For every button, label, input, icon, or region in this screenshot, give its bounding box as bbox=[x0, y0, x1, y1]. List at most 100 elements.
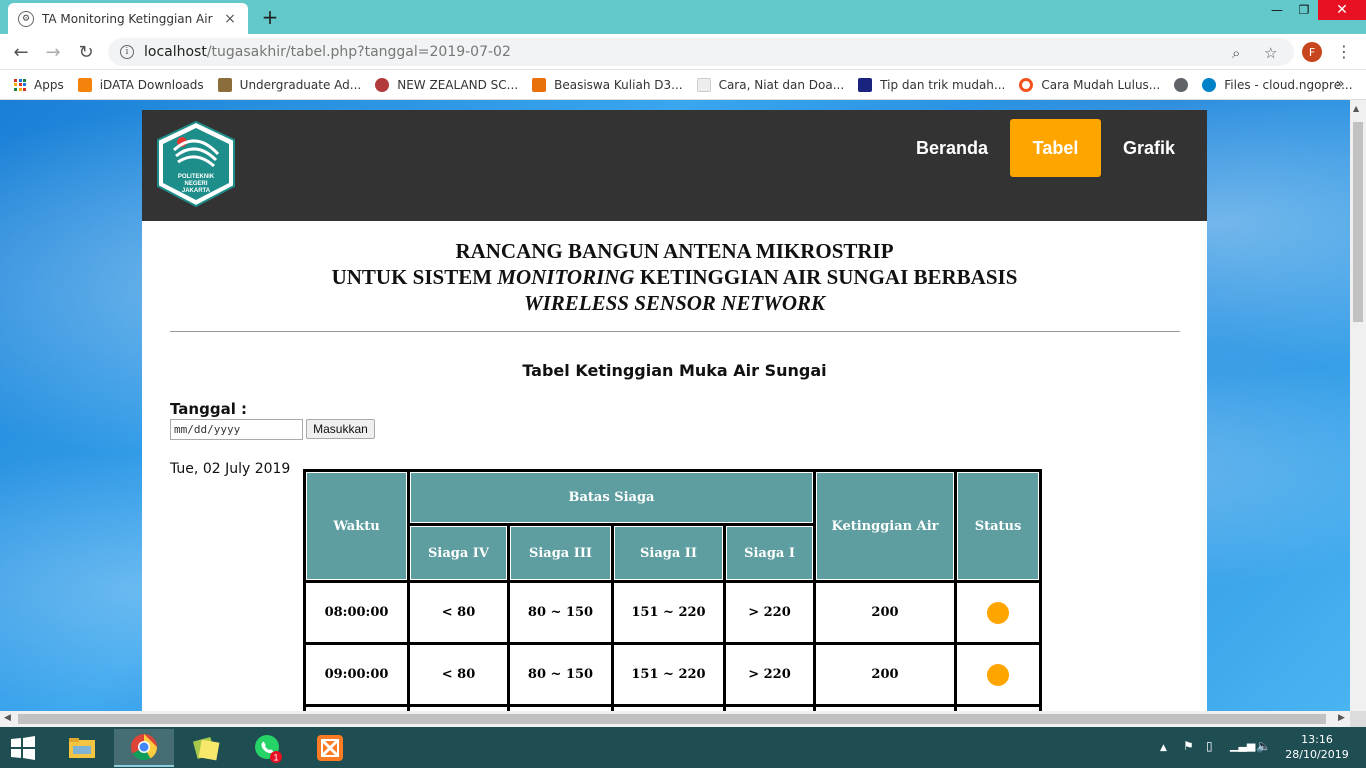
window-minimize-button[interactable]: — bbox=[1262, 0, 1292, 20]
title-line-3: WIRELESS SENSOR NETWORK bbox=[523, 291, 826, 315]
windows-start-icon[interactable] bbox=[8, 735, 38, 761]
date-input[interactable]: mm/dd/yyyy bbox=[170, 419, 303, 440]
cell-siaga-i: > 220 bbox=[726, 645, 813, 704]
bookmarks-bar: Apps iDATA Downloads Undergraduate Ad...… bbox=[0, 70, 1366, 100]
window-close-button[interactable]: ✕ bbox=[1318, 0, 1366, 20]
new-tab-button[interactable]: + bbox=[258, 5, 282, 29]
whatsapp-badge: 1 bbox=[273, 753, 278, 763]
site-header: POLITEKNIK NEGERI JAKARTA Beranda Tabel … bbox=[142, 110, 1207, 221]
address-bar[interactable]: i localhost/tugasakhir/tabel.php?tanggal… bbox=[108, 38, 1294, 66]
url-host: localhost bbox=[144, 44, 207, 60]
system-clock[interactable]: 13:16 28/10/2019 bbox=[1282, 732, 1352, 762]
cell-siaga-iii: 80 ~ 150 bbox=[510, 583, 611, 642]
back-button[interactable]: ← bbox=[10, 41, 32, 63]
action-center-flag-icon[interactable]: ⚑ bbox=[1183, 739, 1194, 753]
bookmark-files-cloud[interactable]: Files - cloud.ngopre... bbox=[1202, 77, 1353, 92]
sticky-notes-icon bbox=[192, 736, 220, 761]
header-ketinggian: Ketinggian Air bbox=[816, 472, 954, 580]
header-siaga-iv: Siaga IV bbox=[410, 526, 507, 580]
crest-icon bbox=[375, 77, 390, 92]
vertical-scrollbar[interactable]: ▲ bbox=[1350, 100, 1366, 711]
whatsapp-icon: 1 bbox=[255, 735, 282, 763]
cell-siaga-iii: 80 ~ 150 bbox=[510, 645, 611, 704]
scroll-up-icon[interactable]: ▲ bbox=[1353, 104, 1359, 113]
table-section-title: Tabel Ketinggian Muka Air Sungai bbox=[522, 361, 827, 380]
header-siaga-iii: Siaga III bbox=[510, 526, 611, 580]
bookmark-apps[interactable]: Apps bbox=[14, 78, 64, 92]
taskbar-whatsapp[interactable]: 1 bbox=[238, 729, 298, 767]
page-icon bbox=[696, 77, 711, 92]
page-title: RANCANG BANGUN ANTENA MIKROSTRIP UNTUK S… bbox=[142, 238, 1207, 316]
bookmark-globe[interactable] bbox=[1174, 77, 1189, 92]
apps-grid-icon bbox=[14, 78, 26, 91]
taskbar-file-explorer[interactable] bbox=[52, 729, 112, 767]
idata-icon bbox=[77, 77, 92, 92]
logo-text-1: POLITEKNIK bbox=[178, 174, 215, 180]
header-siaga-ii: Siaga II bbox=[614, 526, 723, 580]
bookmark-cara-mudah[interactable]: Cara Mudah Lulus... bbox=[1019, 77, 1160, 92]
table-row: 08:00:00 < 80 80 ~ 150 151 ~ 220 > 220 2… bbox=[306, 583, 1039, 642]
tab-close-icon[interactable]: × bbox=[222, 11, 238, 27]
globe-icon bbox=[1174, 77, 1189, 92]
cell-waktu: 08:00:00 bbox=[306, 583, 407, 642]
pnj-logo: POLITEKNIK NEGERI JAKARTA bbox=[157, 120, 235, 208]
logo-text-2: NEGERI bbox=[184, 181, 207, 187]
bookmark-label: Apps bbox=[34, 77, 64, 92]
scroll-left-icon[interactable]: ◀ bbox=[4, 713, 11, 723]
volume-icon[interactable]: 🔈 bbox=[1256, 739, 1271, 753]
university-icon bbox=[217, 77, 232, 92]
page-viewport: POLITEKNIK NEGERI JAKARTA Beranda Tabel … bbox=[0, 100, 1350, 711]
horizontal-scroll-thumb[interactable] bbox=[18, 714, 1326, 724]
forward-button[interactable]: → bbox=[42, 41, 64, 63]
browser-menu-icon[interactable]: ⋮ bbox=[1336, 42, 1352, 61]
tab-strip: ⚙ TA Monitoring Ketinggian Air × + — ❐ ✕ bbox=[0, 0, 1366, 34]
nav-tabel[interactable]: Tabel bbox=[1010, 119, 1101, 177]
nav-beranda[interactable]: Beranda bbox=[904, 119, 1000, 177]
page-container: POLITEKNIK NEGERI JAKARTA Beranda Tabel … bbox=[142, 110, 1207, 711]
bookmark-undergraduate[interactable]: Undergraduate Ad... bbox=[217, 77, 361, 92]
submit-date-button[interactable]: Masukkan bbox=[306, 419, 375, 439]
cell-ketinggian: 200 bbox=[816, 583, 954, 642]
horizontal-scrollbar[interactable]: ◀ ▶ bbox=[0, 711, 1350, 727]
taskbar-xampp[interactable] bbox=[300, 729, 360, 767]
water-level-table: Waktu Batas Siaga Ketinggian Air Status … bbox=[303, 469, 1042, 711]
bookmark-cara-niat[interactable]: Cara, Niat dan Doa... bbox=[696, 77, 845, 92]
bookmark-beasiswa[interactable]: Beasiswa Kuliah D3... bbox=[532, 77, 683, 92]
bookmark-star-icon[interactable]: ☆ bbox=[1264, 44, 1277, 62]
bookmark-label: Tip dan trik mudah... bbox=[880, 77, 1006, 92]
vertical-scroll-thumb[interactable] bbox=[1353, 122, 1363, 322]
title-line-2: UNTUK SISTEM MONITORING KETINGGIAN AIR S… bbox=[331, 265, 1018, 289]
taskbar-chrome[interactable] bbox=[114, 729, 174, 767]
profile-avatar[interactable]: F bbox=[1302, 42, 1322, 62]
battery-icon[interactable]: ▯ bbox=[1206, 739, 1213, 753]
header-status: Status bbox=[957, 472, 1039, 580]
browser-tab[interactable]: ⚙ TA Monitoring Ketinggian Air × bbox=[8, 3, 248, 34]
blogger-icon bbox=[532, 77, 547, 92]
tab-title: TA Monitoring Ketinggian Air bbox=[42, 11, 213, 26]
title-line-1: RANCANG BANGUN ANTENA MIKROSTRIP bbox=[455, 239, 894, 263]
bookmark-label: Cara, Niat dan Doa... bbox=[718, 77, 845, 92]
site-info-icon[interactable]: i bbox=[120, 45, 134, 59]
bookmark-tip-trik[interactable]: Tip dan trik mudah... bbox=[858, 77, 1006, 92]
scroll-right-icon[interactable]: ▶ bbox=[1338, 713, 1345, 723]
bookmark-idata[interactable]: iDATA Downloads bbox=[77, 77, 204, 92]
window-maximize-button[interactable]: ❐ bbox=[1290, 0, 1318, 20]
date-label: Tanggal : bbox=[170, 400, 248, 418]
zoom-icon[interactable]: ⌕ bbox=[1232, 44, 1240, 62]
browser-toolbar: ← → ↻ i localhost/tugasakhir/tabel.php?t… bbox=[0, 34, 1366, 70]
tray-overflow-icon[interactable]: ▲ bbox=[1160, 743, 1167, 753]
cell-siaga-i: > 220 bbox=[726, 583, 813, 642]
title-divider bbox=[170, 331, 1180, 332]
folder-icon bbox=[69, 738, 95, 758]
reload-button[interactable]: ↻ bbox=[75, 41, 97, 63]
header-waktu: Waktu bbox=[306, 472, 407, 580]
taskbar-sticky-notes[interactable] bbox=[176, 729, 236, 767]
network-signal-icon[interactable]: ▁▃▅ bbox=[1230, 739, 1255, 752]
bookmark-label: Beasiswa Kuliah D3... bbox=[554, 77, 683, 92]
header-siaga-i: Siaga I bbox=[726, 526, 813, 580]
bookmark-new-zealand[interactable]: NEW ZEALAND SC... bbox=[375, 77, 518, 92]
nav-grafik[interactable]: Grafik bbox=[1107, 119, 1191, 177]
scrollbar-corner bbox=[1350, 711, 1366, 727]
bookmark-label: Files - cloud.ngopre... bbox=[1224, 77, 1353, 92]
bookmarks-overflow-button[interactable]: » bbox=[1336, 76, 1345, 92]
